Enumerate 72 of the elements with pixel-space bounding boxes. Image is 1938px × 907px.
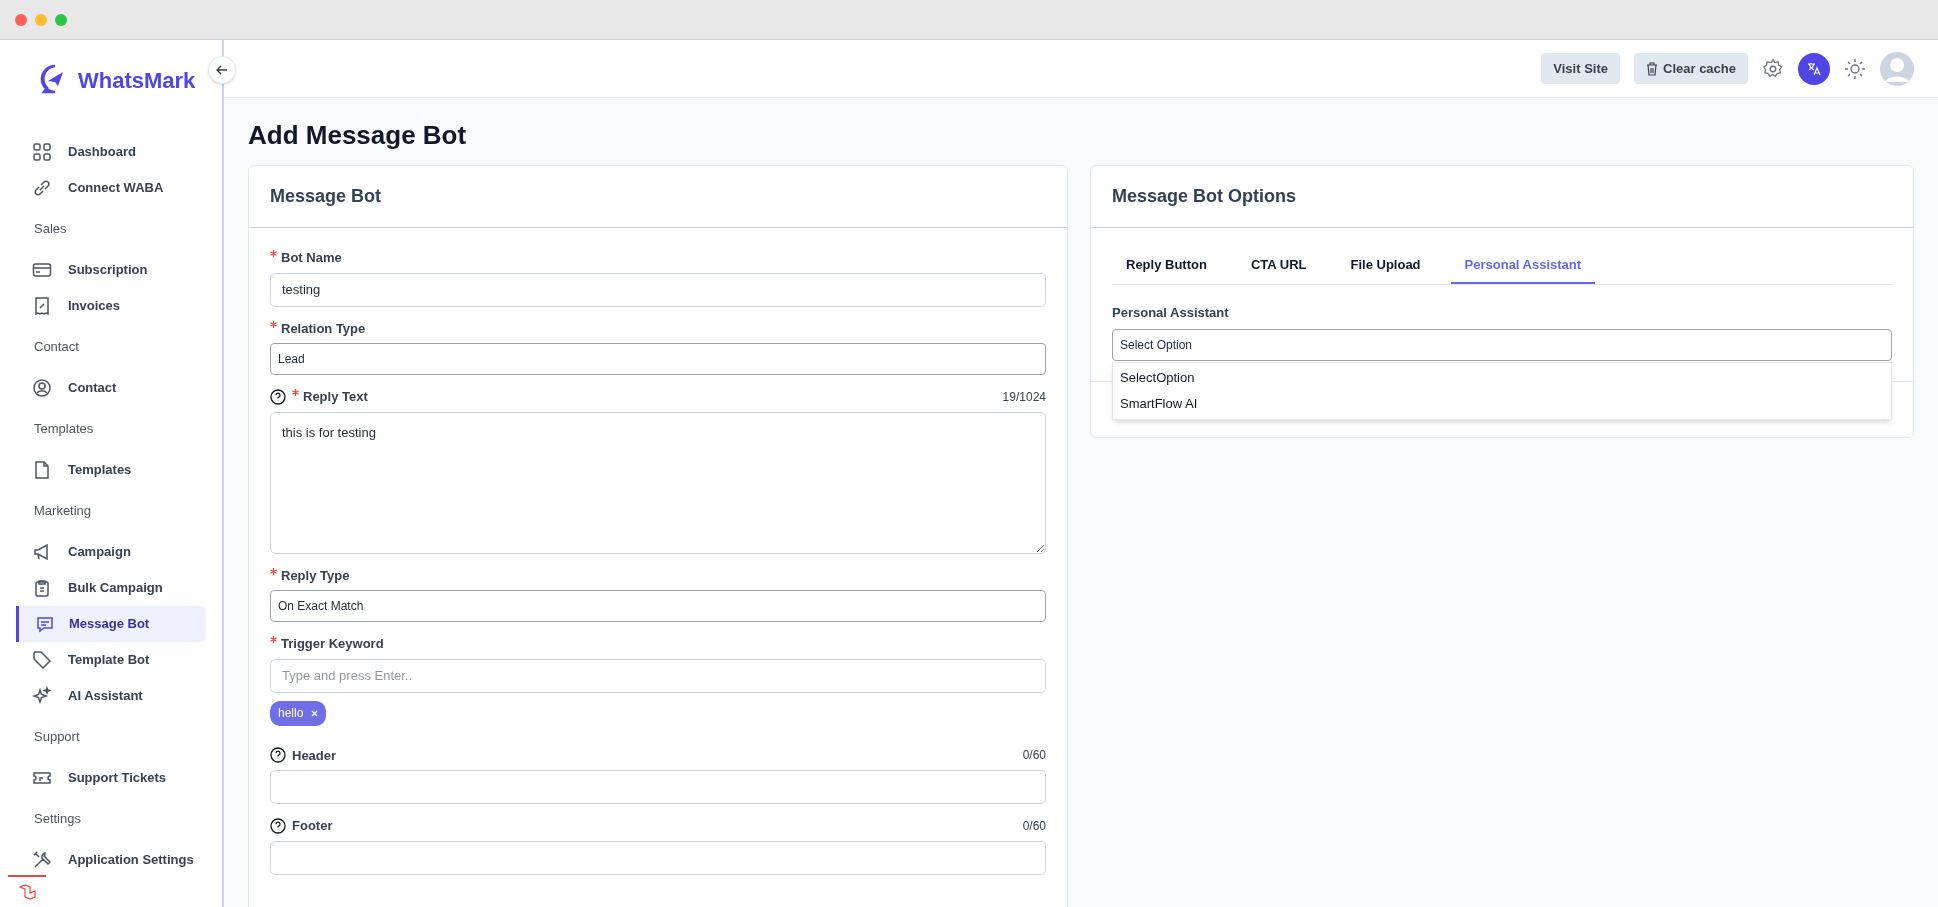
select-field[interactable]: On Exact Match xyxy=(270,590,1046,622)
character-counter: 0/60 xyxy=(1022,817,1046,835)
tools-icon xyxy=(32,850,52,870)
clear-cache-button[interactable]: Clear cache xyxy=(1634,53,1748,84)
page-title: Add Message Bot xyxy=(248,119,468,152)
sidebar-item[interactable]: Dashboard xyxy=(16,134,206,170)
tab[interactable]: Personal Assistant xyxy=(1450,248,1596,284)
arrow-left-icon xyxy=(215,63,229,77)
sidebar-item[interactable]: Template Bot xyxy=(16,642,206,678)
translate-icon xyxy=(1806,60,1822,77)
sidebar-item[interactable]: Templates xyxy=(16,452,206,488)
card-title: Message Bot Options xyxy=(1112,185,1297,208)
character-counter: 19/1024 xyxy=(1002,388,1046,406)
field-label: Header xyxy=(292,746,337,765)
collapse-sidebar-button[interactable] xyxy=(208,56,236,84)
translate-button[interactable] xyxy=(1798,52,1830,85)
sidebar-item[interactable]: Message Bot xyxy=(16,606,206,642)
character-counter: 0/60 xyxy=(1022,747,1046,765)
visit-site-button[interactable]: Visit Site xyxy=(1541,53,1620,84)
receipt-icon xyxy=(32,296,52,316)
sidebar-item[interactable]: Invoices xyxy=(16,288,206,324)
select-field[interactable]: Select Option xyxy=(1112,328,1892,361)
field-label: Bot Name xyxy=(281,249,342,267)
tag-text: hello xyxy=(278,705,304,722)
input-field[interactable] xyxy=(270,840,1046,875)
credit-card-icon xyxy=(32,260,52,280)
field-label: Trigger Keyword xyxy=(281,635,384,653)
user-icon xyxy=(32,378,52,398)
sidebar-item[interactable]: Application Settings xyxy=(16,842,206,878)
settings-icon[interactable] xyxy=(1762,57,1784,80)
cube-icon xyxy=(18,883,36,901)
card-title: Message Bot xyxy=(270,185,382,208)
grid-icon xyxy=(32,142,52,162)
chat-icon xyxy=(35,614,55,634)
trash-icon xyxy=(1646,61,1658,76)
sidebar-item[interactable]: AI Assistant xyxy=(16,678,206,714)
input-field[interactable] xyxy=(270,770,1046,804)
sidebar-item[interactable]: Subscription xyxy=(16,252,206,288)
remove-icon[interactable] xyxy=(311,709,319,717)
sidebar-item[interactable]: Support Tickets xyxy=(16,760,206,796)
sidebar-item[interactable]: Bulk Campaign xyxy=(16,570,206,606)
section-heading: Sales xyxy=(34,220,67,239)
sidebar-item[interactable]: Connect WABA xyxy=(16,170,206,206)
dropdown-option[interactable]: SmartFlow AI xyxy=(1113,390,1891,417)
field-label: Footer xyxy=(292,817,333,835)
dropdown-option[interactable]: SelectOption xyxy=(1113,364,1891,391)
section-heading: Support xyxy=(34,728,80,747)
input-field[interactable]: Type and press Enter.. xyxy=(270,658,1046,693)
sun-icon[interactable] xyxy=(1844,57,1866,80)
field-label: Relation Type xyxy=(281,319,366,338)
close-icon[interactable] xyxy=(15,13,27,26)
input-field[interactable]: testing xyxy=(270,272,1046,307)
reply-text-area[interactable]: this is for testing xyxy=(270,411,1046,554)
section-heading: Templates xyxy=(34,420,94,439)
section-heading: Settings xyxy=(34,810,81,829)
select-field[interactable]: Lead xyxy=(270,343,1046,375)
sidebar-item[interactable]: Campaign xyxy=(16,534,206,570)
section-heading: Marketing xyxy=(34,502,92,521)
sidebar-item[interactable]: Contact xyxy=(16,370,206,406)
tag-icon xyxy=(32,650,52,670)
tab[interactable]: Reply Button xyxy=(1112,248,1221,284)
link-icon xyxy=(32,178,52,198)
section-heading: Contact xyxy=(34,338,79,357)
file-icon xyxy=(32,460,52,480)
field-label: Reply Type xyxy=(281,566,350,585)
tab[interactable]: File Upload xyxy=(1336,248,1435,284)
brand-name: WhatsMark xyxy=(78,66,196,95)
tab[interactable]: CTA URL xyxy=(1236,248,1321,284)
field-label: Reply Text xyxy=(303,388,368,406)
field-label: Personal Assistant xyxy=(1112,304,1230,322)
clipboard-icon xyxy=(32,578,52,598)
sparkles-icon xyxy=(32,686,52,706)
